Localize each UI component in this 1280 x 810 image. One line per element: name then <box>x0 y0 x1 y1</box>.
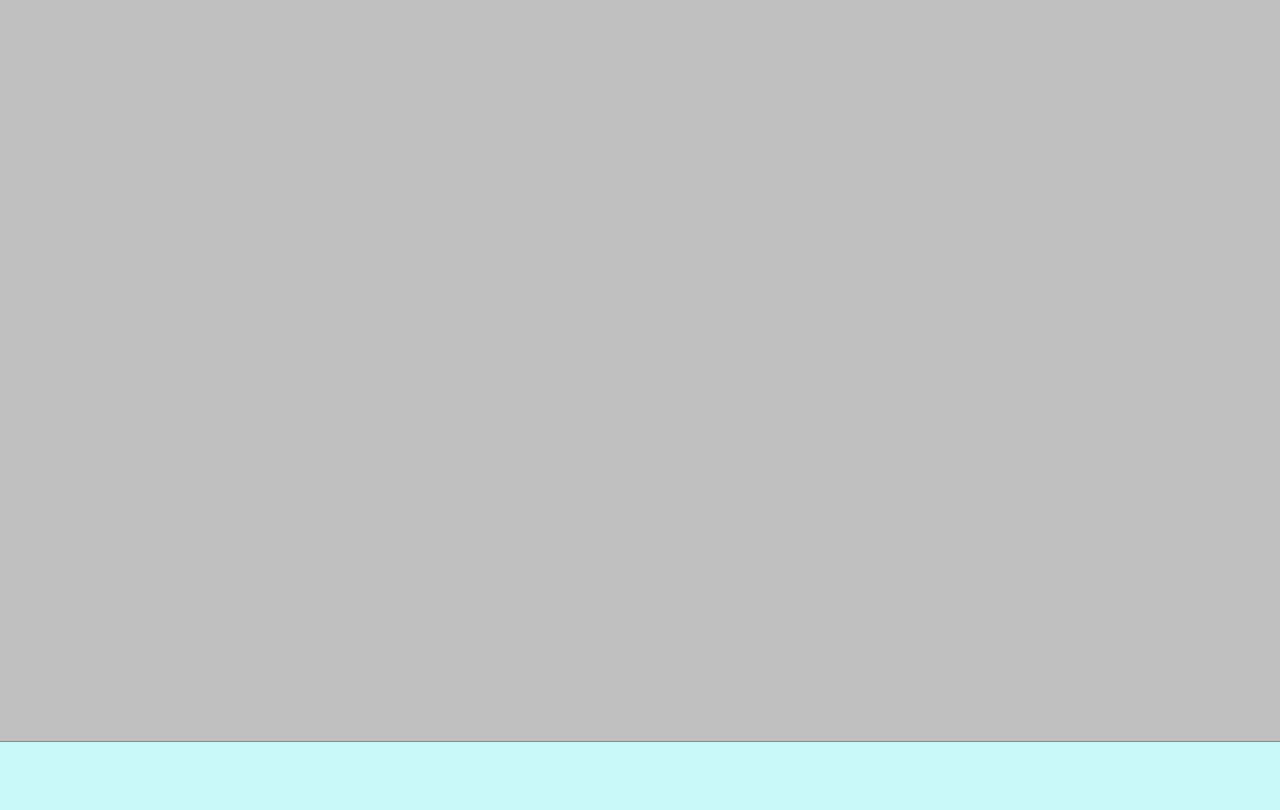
weather-chart-plot[interactable] <box>0 0 1280 741</box>
stats-table <box>0 741 1280 810</box>
